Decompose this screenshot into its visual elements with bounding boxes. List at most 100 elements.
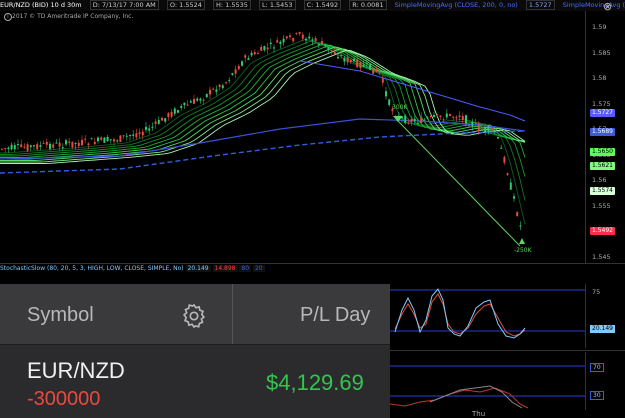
candle-body	[132, 134, 135, 136]
candle-body	[231, 73, 234, 76]
candle-body	[74, 142, 77, 145]
candle-body	[257, 53, 259, 55]
candle-body	[55, 142, 58, 144]
candle-body	[234, 69, 237, 74]
candle-body	[455, 117, 458, 119]
annotation-high: 300K	[392, 104, 408, 111]
candle-body	[65, 140, 67, 145]
price-tick: 1.585	[592, 48, 611, 57]
symbol-column-header[interactable]: Symbol	[27, 304, 94, 327]
candle-body	[77, 142, 80, 147]
price-chart[interactable]: 300K -250K	[0, 11, 585, 263]
candle-body	[481, 129, 483, 131]
candle-body	[141, 131, 144, 136]
candle-body	[349, 59, 352, 63]
candle-body	[445, 113, 448, 118]
candle-body	[36, 144, 39, 150]
candle-body	[164, 118, 167, 122]
stochastic-chart[interactable]	[390, 284, 585, 348]
stoch-ob-value: 80	[239, 265, 252, 272]
sma-200-label[interactable]: SimpleMovingAvg (CLOSE, 200, 0, no)	[395, 1, 518, 9]
candle-body	[39, 145, 42, 147]
position-symbol[interactable]: EUR/NZD	[27, 358, 125, 384]
candle-body	[289, 35, 291, 38]
symbol-label[interactable]: EUR/NZD (BID) 10 d 30m	[0, 1, 82, 9]
candle-body	[282, 38, 285, 43]
lower-axis[interactable]: 70 30	[585, 352, 625, 410]
candle-body	[513, 196, 515, 199]
candle-body	[327, 46, 330, 51]
candle-body	[7, 147, 10, 150]
candle-body	[439, 115, 442, 118]
candle-body	[87, 143, 90, 146]
candle-body	[189, 101, 192, 103]
candle-body	[346, 57, 349, 63]
candle-body	[423, 119, 426, 121]
candle-body	[477, 125, 480, 131]
candle-body	[519, 225, 522, 227]
range-value: R: 0.0081	[349, 0, 387, 10]
candle-body	[202, 99, 205, 101]
moving-average-lines	[0, 38, 526, 225]
candle-body	[93, 141, 96, 145]
candle-body	[106, 136, 109, 142]
candle-body	[90, 138, 93, 140]
candle-body	[129, 135, 131, 137]
candle-body	[263, 46, 266, 51]
candle-body	[135, 133, 138, 138]
candle-body	[42, 142, 45, 144]
candle-body	[458, 115, 461, 118]
x-axis-label: Thu	[472, 410, 486, 418]
candle-body	[269, 42, 272, 45]
stoch-k-value: 20.149	[185, 265, 211, 272]
sma-2-label[interactable]: SimpleMovingAvg (CLOSE,	[563, 1, 625, 9]
candle-body	[225, 82, 227, 84]
position-quantity: -300000	[27, 388, 101, 410]
candle-body	[103, 137, 106, 143]
header-bottom-divider	[0, 344, 390, 345]
price-bubble: 1.5621	[590, 162, 615, 170]
candle-body	[465, 115, 467, 124]
candle-body	[260, 46, 263, 51]
price-bubble: 1.5689	[590, 128, 615, 136]
open-value: O: 1.5524	[166, 0, 205, 10]
sma-200-line	[0, 130, 526, 174]
candle-body	[503, 157, 506, 163]
candle-body	[292, 37, 295, 42]
candle-body	[221, 85, 224, 89]
price-tick: 1.575	[592, 99, 611, 108]
candle-body	[298, 32, 301, 34]
candle-body	[388, 99, 391, 105]
candle-body	[49, 143, 51, 149]
candle-body	[410, 118, 413, 122]
candle-body	[497, 136, 499, 139]
candle-body	[369, 64, 371, 70]
pl-day-column-header[interactable]: P/L Day	[300, 304, 370, 327]
candle-body	[84, 138, 87, 140]
candle-body	[305, 38, 307, 41]
candle-body	[205, 93, 208, 98]
candle-body	[125, 135, 128, 137]
candle-body	[436, 114, 439, 116]
candle-body	[186, 104, 189, 106]
candle-body	[58, 142, 61, 147]
stochastic-axis[interactable]: 75 20.149	[585, 284, 625, 348]
price-axis[interactable]: 1.591.5851.581.5751.571.5651.561.5551.55…	[585, 11, 625, 263]
stoch-d-value: 14.898	[212, 265, 238, 272]
candle-body	[29, 145, 32, 148]
price-tick: 1.56	[592, 176, 607, 184]
candle-body	[506, 173, 509, 176]
lower-indicator-chart[interactable]	[390, 352, 585, 410]
candle-body	[247, 58, 250, 60]
candle-body	[372, 68, 375, 74]
gear-icon[interactable]	[180, 302, 208, 330]
candle-body	[276, 40, 279, 43]
price-bubble: 1.5492	[590, 227, 615, 235]
candle-body	[311, 39, 314, 41]
candle-body	[119, 135, 122, 142]
candle-body	[353, 58, 355, 62]
candle-body	[253, 52, 256, 55]
candle-body	[471, 121, 474, 126]
candle-body	[493, 131, 496, 133]
stochastic-title[interactable]: StochasticSlow (80, 20, 5, 3, HIGH, LOW,…	[0, 265, 184, 272]
